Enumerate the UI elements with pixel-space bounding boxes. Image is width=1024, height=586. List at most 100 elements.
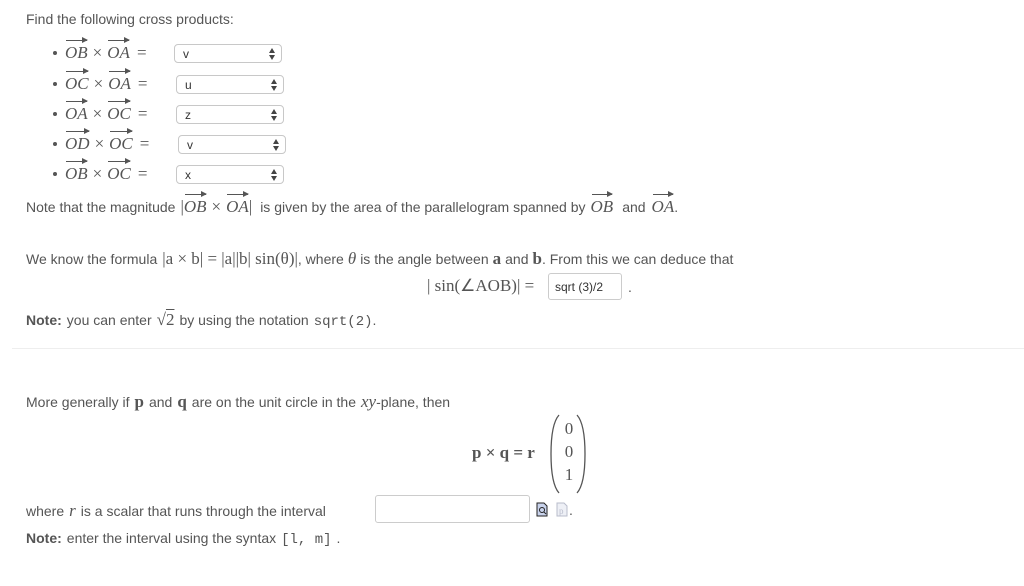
equals-symbol: = (136, 43, 147, 62)
answer-select-4[interactable]: v (178, 135, 286, 154)
vector-component: 1 (564, 465, 574, 484)
equals-symbol: = (137, 164, 148, 183)
cross-product-row-4: OD × OC = (53, 128, 150, 156)
vector-right: OC (107, 98, 131, 123)
r-symbol: r (69, 501, 76, 520)
formula-text: and (505, 251, 529, 267)
vector-left: OB (65, 37, 88, 62)
answer-select-2[interactable]: u (176, 75, 284, 94)
vector-ob: OB (183, 191, 207, 216)
note-text: enter the interval using the syntax (66, 530, 277, 546)
note-text: is given by the area of the parallelogra… (260, 199, 586, 215)
vector-a: a (492, 249, 502, 268)
interval-text: is a scalar that runs through the interv… (80, 503, 326, 519)
general-statement: More generally if p and q are on the uni… (26, 392, 450, 412)
answer-select-1[interactable]: v (174, 44, 282, 63)
equals-symbol: = (137, 74, 148, 93)
vector-oa: OA (226, 191, 249, 216)
svg-text:p: p (559, 506, 564, 516)
bullet (53, 82, 57, 86)
select-arrows-icon (271, 109, 278, 121)
formula-text: is the angle between (360, 251, 489, 267)
equals-symbol: = (139, 134, 150, 153)
note-text: you can enter (66, 312, 152, 328)
bullet (53, 51, 57, 55)
period: . (372, 312, 377, 328)
note-magnitude: Note that the magnitude | OB × OA | is g… (26, 191, 679, 217)
cross-product-row-2: OC × OA = (53, 68, 148, 96)
select-arrows-icon (273, 139, 280, 151)
period: . (336, 530, 341, 546)
cross-product-row-1: OB × OA = (53, 37, 147, 65)
select-arrows-icon (269, 48, 276, 60)
times-symbol: × (211, 197, 222, 216)
sin-equation-lhs: | sin(∠AOB)| = (427, 276, 535, 295)
question-heading: Find the following cross products: (26, 11, 234, 27)
vector-right: OC (109, 128, 133, 153)
code-interval: [l, m] (281, 532, 332, 548)
interval-input[interactable] (375, 495, 530, 523)
vector-b: b (532, 249, 542, 268)
formula-line: We know the formula |a × b| = |a||b| sin… (26, 249, 733, 269)
cross-product-row-3: OA × OC = (53, 98, 148, 126)
cross-product-formula: |a × b| = |a||b| sin(θ)| (162, 249, 298, 268)
period: . (569, 502, 573, 518)
note-text: Note that the magnitude (26, 199, 176, 215)
vector-left: OD (65, 128, 90, 153)
interval-text: where (26, 503, 65, 519)
select-value: v (187, 137, 193, 152)
general-text: are on the unit circle in the (191, 394, 357, 410)
equals-symbol: = (137, 104, 148, 123)
note-sqrt: Note: you can enter √2 by using the nota… (26, 310, 376, 330)
select-arrows-icon (271, 79, 278, 91)
cross-product-row-5: OB × OC = (53, 158, 148, 186)
vector-component: 0 (564, 419, 574, 438)
sin-answer-input[interactable]: sqrt (3)/2 (548, 273, 622, 300)
vector-right: OC (107, 158, 131, 183)
note-text: and (622, 199, 646, 215)
note-interval: Note: enter the interval using the synta… (26, 530, 340, 548)
times-symbol: × (93, 74, 104, 93)
vector-left: OB (65, 158, 88, 183)
note-label: Note: (26, 530, 62, 546)
theta-symbol: θ (347, 249, 357, 268)
vector-column: 0 0 1 (564, 417, 574, 486)
select-value: z (185, 107, 191, 122)
formula-text: We know the formula (26, 251, 158, 267)
vector-right: OA (108, 68, 131, 93)
select-value: v (183, 46, 189, 61)
select-value: x (185, 167, 191, 182)
general-text: and (148, 394, 173, 410)
times-symbol: × (92, 164, 103, 183)
vector-p: p (134, 392, 144, 411)
answer-select-5[interactable]: x (176, 165, 284, 184)
right-paren (576, 414, 586, 494)
vector-q: q (177, 392, 187, 411)
formula-text: , where (297, 251, 344, 267)
vector-left: OA (65, 98, 88, 123)
sqrt-arg: 2 (165, 310, 175, 329)
general-text: More generally if (26, 394, 130, 410)
answer-select-3[interactable]: z (176, 105, 284, 124)
bullet (53, 112, 57, 116)
preview-icon[interactable] (536, 502, 548, 517)
vector-left: OC (65, 68, 89, 93)
xy-symbol: xy (361, 392, 377, 411)
code-sqrt: sqrt(2) (313, 314, 373, 330)
abs-bar: | (248, 197, 253, 216)
vector-ob: OB (590, 191, 614, 216)
general-text: -plane, then (376, 394, 451, 410)
cross-eq-lhs: p × q = r (472, 443, 535, 462)
times-symbol: × (92, 104, 103, 123)
interval-statement: where r is a scalar that runs through th… (26, 501, 326, 521)
note-text: by using the notation (179, 312, 309, 328)
times-symbol: × (94, 134, 105, 153)
select-arrows-icon (271, 169, 278, 181)
period: . (674, 199, 679, 215)
bullet (53, 172, 57, 176)
p-document-icon[interactable]: p (556, 502, 568, 517)
select-value: u (185, 77, 192, 92)
bullet (53, 142, 57, 146)
left-paren (550, 414, 560, 494)
period: . (628, 279, 632, 295)
